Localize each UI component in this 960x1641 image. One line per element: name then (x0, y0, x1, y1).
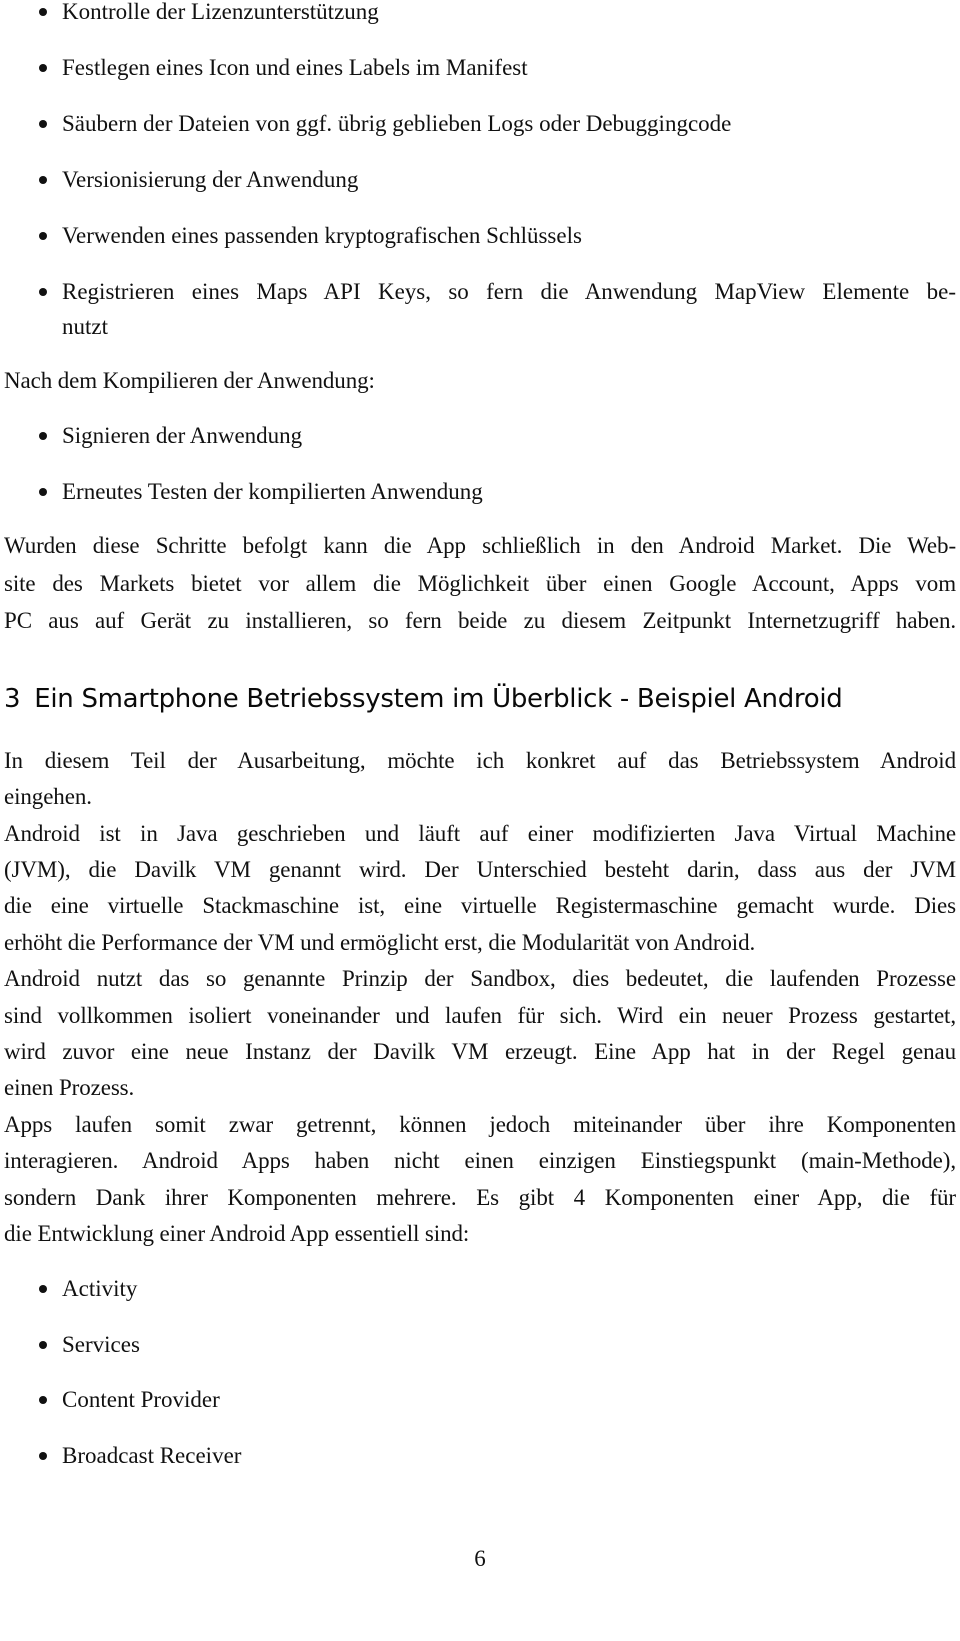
list-item: Erneutes Testen der kompilierten Anwendu… (0, 474, 956, 510)
paragraph-line: PC aus auf Gerät zu installieren, so fer… (4, 608, 956, 633)
list-item-text: Activity (62, 1276, 138, 1301)
list-item-text: Registrieren eines Maps API Keys, so fer… (62, 279, 956, 304)
paragraph-line: site des Markets bietet vor allem die Mö… (4, 571, 956, 596)
paragraph-line: Android nutzt das so genannte Prinzip de… (4, 966, 956, 991)
page-number: 6 (474, 1546, 486, 1571)
list-item: Activity (0, 1271, 956, 1307)
list-item: Festlegen eines Icon und eines Labels im… (0, 50, 956, 86)
bullet-icon (39, 64, 47, 72)
list-item-text: Versionisierung der Anwendung (62, 167, 359, 192)
paragraph-line: erhöht die Performance der VM und ermögl… (4, 930, 756, 955)
paragraph-line: interagieren. Android Apps haben nicht e… (4, 1148, 956, 1173)
paragraph-line: einen Prozess. (4, 1075, 135, 1100)
list-item-text: Content Provider (62, 1387, 220, 1412)
bullet-icon (39, 176, 47, 184)
section-title: Ein Smartphone Betriebssystem im Überbli… (34, 684, 843, 714)
list-item: Säubern der Dateien von ggf. übrig gebli… (0, 106, 956, 142)
list-item: Versionisierung der Anwendung (0, 162, 956, 198)
list-item-text: Säubern der Dateien von ggf. übrig gebli… (62, 111, 732, 136)
bullet-icon (39, 1285, 47, 1293)
list-item: Registrieren eines Maps API Keys, so fer… (0, 274, 956, 310)
list-item: Broadcast Receiver (0, 1438, 956, 1474)
list-item-text: Festlegen eines Icon und eines Labels im… (62, 55, 528, 80)
paragraph-line: die eine virtuelle Stackmaschine ist, ei… (4, 893, 956, 918)
paragraph-line: In diesem Teil der Ausarbeitung, möchte … (4, 748, 956, 773)
list-item-text: nutzt (62, 314, 108, 339)
list-item-text: Services (62, 1332, 140, 1357)
list-item-continuation: nutzt (0, 309, 956, 345)
bullet-icon (39, 432, 47, 440)
paragraph-line: eingehen. (4, 784, 92, 809)
list-item-text: Verwenden eines passenden kryptografisch… (62, 223, 582, 248)
list-item: Content Provider (0, 1382, 956, 1418)
after-compile-intro: Nach dem Kompilieren der Anwendung: (4, 368, 375, 393)
section-heading: 3 Ein Smartphone Betriebssystem im Überbl… (4, 680, 956, 718)
list-item-text: Erneutes Testen der kompilierten Anwendu… (62, 479, 483, 504)
list-item-text: Signieren der Anwendung (62, 423, 303, 448)
bullet-icon (39, 120, 47, 128)
paragraph-line: wird zuvor eine neue Instanz der Davilk … (4, 1039, 956, 1064)
list-item: Kontrolle der Lizenzunterstützung (0, 0, 956, 30)
bullet-icon (39, 8, 47, 16)
paragraph-line: Wurden diese Schritte befolgt kann die A… (4, 533, 956, 558)
list-item-text: Kontrolle der Lizenzunterstützung (62, 0, 379, 24)
list-item: Services (0, 1327, 956, 1363)
paragraph-line: Android ist in Java geschrieben und läuf… (4, 821, 956, 846)
paragraph-line: (JVM), die Davilk VM genannt wird. Der U… (4, 857, 956, 882)
paragraph-line: die Entwicklung einer Android App essent… (4, 1221, 470, 1246)
document-page: Kontrolle der Lizenzunterstützung Festle… (0, 0, 960, 1641)
bullet-icon (39, 1452, 47, 1460)
bullet-icon (39, 1341, 47, 1349)
paragraph-line: sind vollkommen isoliert voneinander und… (4, 1003, 956, 1028)
bullet-icon (39, 1396, 47, 1404)
paragraph-line: Apps laufen somit zwar getrennt, können … (4, 1112, 956, 1137)
list-item: Signieren der Anwendung (0, 418, 956, 454)
list-item: Verwenden eines passenden kryptografisch… (0, 218, 956, 254)
section-number: 3 (4, 684, 21, 714)
bullet-icon (39, 488, 47, 496)
bullet-icon (39, 232, 47, 240)
list-item-text: Broadcast Receiver (62, 1443, 242, 1468)
bullet-icon (39, 288, 47, 296)
paragraph-line: sondern Dank ihrer Komponenten mehrere. … (4, 1185, 956, 1210)
